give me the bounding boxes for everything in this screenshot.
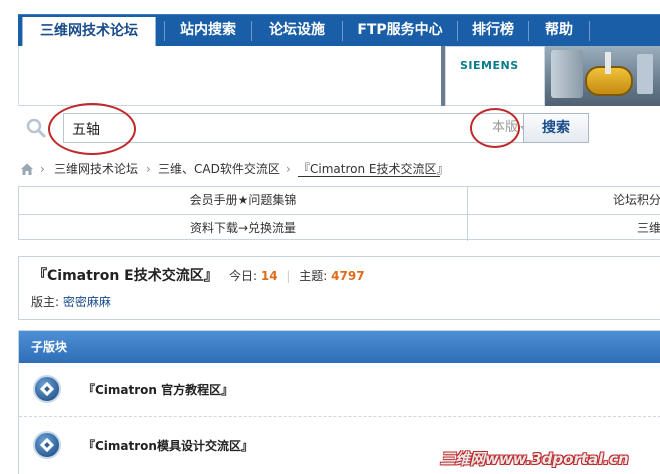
- search-bar: 本版 搜索: [18, 110, 660, 148]
- search-button[interactable]: 搜索: [523, 113, 589, 143]
- nav-tab-ftp-center[interactable]: FTP服务中心: [343, 15, 457, 46]
- topics-label: 主题:: [299, 269, 328, 283]
- breadcrumb-separator: ›: [286, 162, 291, 176]
- machine-tool-image: [545, 46, 660, 106]
- list-item[interactable]: 『Cimatron 官方教程区』: [19, 365, 660, 417]
- ad-banner[interactable]: SIEMENS: [441, 46, 660, 106]
- nav-tab-forum-home[interactable]: 三维网技术论坛: [22, 17, 156, 47]
- forum-stats: 今日: 14 | 主题: 4797: [229, 267, 365, 284]
- topics-count: 4797: [331, 269, 365, 283]
- search-box: 本版: [63, 113, 536, 143]
- search-scope-label: 本版: [492, 120, 519, 135]
- quick-links-table: 会员手册★问题集锦 论坛积分 资料下载→兑换流量 三维: [18, 186, 660, 241]
- subforum-link-official-tutorials[interactable]: 『Cimatron 官方教程区』: [83, 381, 233, 398]
- forum-icon: [33, 431, 61, 459]
- search-icon: [26, 118, 46, 138]
- breadcrumb-separator: ›: [146, 162, 151, 176]
- subforum-link-mold-design[interactable]: 『Cimatron模具设计交流区』: [83, 437, 253, 454]
- table-divider: [467, 187, 468, 241]
- link-member-handbook[interactable]: 会员手册★问题集锦: [19, 187, 467, 213]
- forum-icon: [33, 375, 61, 403]
- link-forum-points[interactable]: 论坛积分: [579, 187, 660, 213]
- breadcrumb-underline: [298, 176, 440, 177]
- top-nav: 三维网技术论坛 站内搜索 论坛设施 FTP服务中心 排行榜 帮助: [18, 14, 660, 47]
- today-label: 今日:: [229, 269, 258, 283]
- breadcrumb-link-cad-section[interactable]: 三维、CAD软件交流区: [158, 158, 280, 180]
- quick-links-row: 会员手册★问题集锦 论坛积分: [19, 187, 660, 214]
- forum-title: 『Cimatron E技术交流区』: [33, 268, 218, 284]
- nav-separator: [589, 21, 590, 41]
- breadcrumb-link-forum[interactable]: 三维网技术论坛: [54, 158, 138, 180]
- subforum-header: 子版块: [19, 331, 660, 363]
- nav-tab-forum-facilities[interactable]: 论坛设施: [252, 15, 342, 46]
- moderator-link[interactable]: 密密麻麻: [63, 295, 111, 309]
- home-icon[interactable]: [20, 162, 34, 176]
- siemens-logo: SIEMENS: [445, 46, 545, 106]
- header-divider: [18, 105, 442, 106]
- breadcrumb-separator: ›: [40, 162, 45, 176]
- forum-moderator: 版主: 密密麻麻: [31, 293, 111, 310]
- banner-logo-text: SIEMENS: [460, 59, 519, 72]
- nav-tab-help[interactable]: 帮助: [529, 15, 589, 46]
- link-3d[interactable]: 三维: [579, 215, 660, 241]
- link-resource-download[interactable]: 资料下载→兑换流量: [19, 215, 467, 241]
- nav-tab-rankings[interactable]: 排行榜: [458, 15, 528, 46]
- search-input[interactable]: [72, 118, 452, 140]
- moderator-label: 版主:: [31, 295, 60, 309]
- breadcrumb: › 三维网技术论坛 › 三维、CAD软件交流区 › 『Cimatron E技术交…: [18, 158, 660, 180]
- quick-links-row: 资料下载→兑换流量 三维: [19, 214, 660, 241]
- stats-divider: |: [286, 269, 291, 283]
- nav-tab-site-search[interactable]: 站内搜索: [165, 15, 251, 46]
- site-watermark: 三维网www.3dportal.cn: [440, 450, 629, 468]
- forum-info-panel: 『Cimatron E技术交流区』 今日: 14 | 主题: 4797 版主: …: [18, 256, 660, 320]
- today-count: 14: [260, 269, 278, 283]
